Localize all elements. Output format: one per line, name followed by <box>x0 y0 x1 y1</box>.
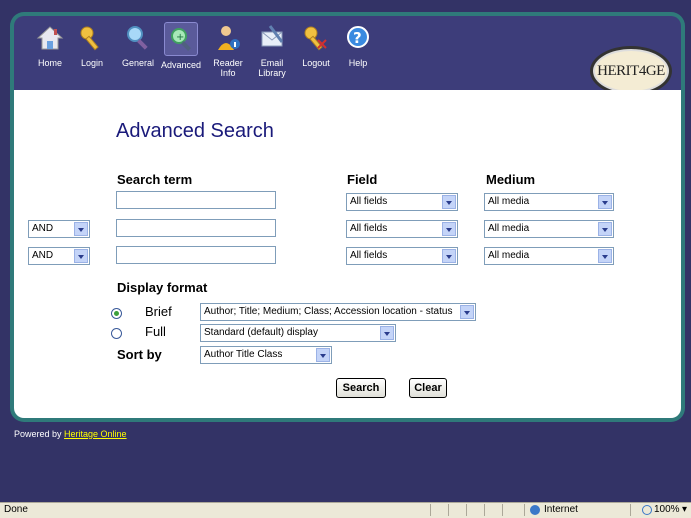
nav-reader-info[interactable]: Reader Info <box>208 20 248 86</box>
nav-email-library[interactable]: Email Library <box>252 20 292 86</box>
zoom-dropdown-icon[interactable]: ▾ <box>682 504 687 515</box>
status-bar: Done Internet 100% ▾ <box>0 502 691 518</box>
field-select-2-value: All fields <box>350 223 388 234</box>
chevron-down-icon <box>380 326 394 340</box>
sort-by-value: Author Title Class <box>204 349 283 360</box>
chevron-down-icon <box>442 195 456 209</box>
chevron-down-icon <box>74 249 88 263</box>
search-term-input-1[interactable] <box>116 191 276 209</box>
field-select-3[interactable]: All fields <box>346 247 458 265</box>
field-select-1-value: All fields <box>350 196 388 207</box>
help-icon: ? <box>342 22 374 54</box>
brief-format-select[interactable]: Author; Title; Medium; Class; Accession … <box>200 303 476 321</box>
chevron-down-icon <box>460 305 474 319</box>
nav-advanced-label: Advanced <box>160 60 202 70</box>
zoom-icon[interactable] <box>642 505 652 515</box>
nav-reader-info-label: Reader Info <box>213 58 243 78</box>
globe-icon <box>530 505 540 515</box>
nav-login[interactable]: Login <box>74 20 110 86</box>
nav-home-label: Home <box>37 58 62 68</box>
zoom-level[interactable]: 100% <box>654 504 680 515</box>
search-button[interactable]: Search <box>336 378 386 398</box>
medium-select-3[interactable]: All media <box>484 247 614 265</box>
field-select-2[interactable]: All fields <box>346 220 458 238</box>
nav-general-label: General <box>121 58 155 68</box>
field-select-1[interactable]: All fields <box>346 193 458 211</box>
svg-text:?: ? <box>353 29 362 47</box>
full-format-select[interactable]: Standard (default) display <box>200 324 396 342</box>
operator-select-2-value: AND <box>32 223 54 234</box>
heritage-online-link[interactable]: Heritage Online <box>64 429 127 439</box>
chevron-down-icon <box>74 222 88 236</box>
email-icon <box>256 22 288 54</box>
field-header: Field <box>347 172 378 187</box>
search-term-header: Search term <box>117 172 193 187</box>
heritage-logo: HERIT4GE <box>590 46 672 96</box>
nav-email-library-label: Email Library <box>258 58 286 78</box>
operator-select-3[interactable]: AND <box>28 247 90 265</box>
chevron-down-icon <box>598 195 612 209</box>
nav-help-label: Help <box>348 58 368 68</box>
zone-text: Internet <box>544 504 578 515</box>
chevron-down-icon <box>442 249 456 263</box>
sort-by-label: Sort by <box>117 347 162 362</box>
nav-general[interactable]: General <box>118 20 158 86</box>
advanced-search-icon: + <box>164 22 198 56</box>
chevron-down-icon <box>316 348 330 362</box>
status-divider <box>466 504 467 516</box>
status-divider <box>524 504 525 516</box>
chevron-down-icon <box>598 249 612 263</box>
operator-select-3-value: AND <box>32 250 54 261</box>
clear-button[interactable]: Clear <box>409 378 447 398</box>
status-divider <box>502 504 503 516</box>
nav-logout[interactable]: Logout <box>298 20 334 86</box>
status-divider <box>448 504 449 516</box>
page-title: Advanced Search <box>116 120 274 142</box>
nav-help[interactable]: ? Help <box>340 20 376 86</box>
status-divider <box>430 504 431 516</box>
field-select-3-value: All fields <box>350 250 388 261</box>
svg-text:+: + <box>176 32 184 43</box>
chevron-down-icon <box>598 222 612 236</box>
powered-prefix: Powered by <box>14 429 65 439</box>
chevron-down-icon <box>442 222 456 236</box>
medium-select-2[interactable]: All media <box>484 220 614 238</box>
medium-select-2-value: All media <box>488 223 530 234</box>
status-divider <box>484 504 485 516</box>
search-term-input-2[interactable] <box>116 219 276 237</box>
nav-login-label: Login <box>80 58 104 68</box>
nav-advanced[interactable]: + Advanced <box>160 20 202 86</box>
full-radio[interactable] <box>111 328 122 339</box>
home-icon <box>34 22 66 54</box>
advanced-search-panel: Advanced Search Search term Field Medium… <box>14 90 681 418</box>
full-label: Full <box>145 324 166 339</box>
medium-header: Medium <box>486 172 536 187</box>
logo-text: HERIT4GE <box>597 62 665 79</box>
brief-format-value: Author; Title; Medium; Class; Accession … <box>204 306 453 317</box>
medium-select-1-value: All media <box>488 196 530 207</box>
status-text: Done <box>4 504 28 515</box>
display-format-header: Display format <box>117 280 208 295</box>
status-divider <box>630 504 631 516</box>
operator-select-2[interactable]: AND <box>28 220 90 238</box>
key-icon <box>76 22 108 54</box>
logout-key-icon <box>300 22 332 54</box>
medium-select-1[interactable]: All media <box>484 193 614 211</box>
sort-by-select[interactable]: Author Title Class <box>200 346 332 364</box>
full-format-value: Standard (default) display <box>204 327 318 338</box>
brief-label: Brief <box>145 304 172 319</box>
medium-select-3-value: All media <box>488 250 530 261</box>
search-term-input-3[interactable] <box>116 246 276 264</box>
nav-logout-label: Logout <box>302 58 330 68</box>
powered-by: Powered by Heritage Online <box>14 429 127 439</box>
nav-toolbar: Home Login General + Advanced Reader Inf… <box>14 16 681 90</box>
reader-icon <box>212 22 244 54</box>
magnifier-icon <box>122 22 154 54</box>
brief-radio[interactable] <box>111 308 122 319</box>
nav-home[interactable]: Home <box>32 20 68 86</box>
